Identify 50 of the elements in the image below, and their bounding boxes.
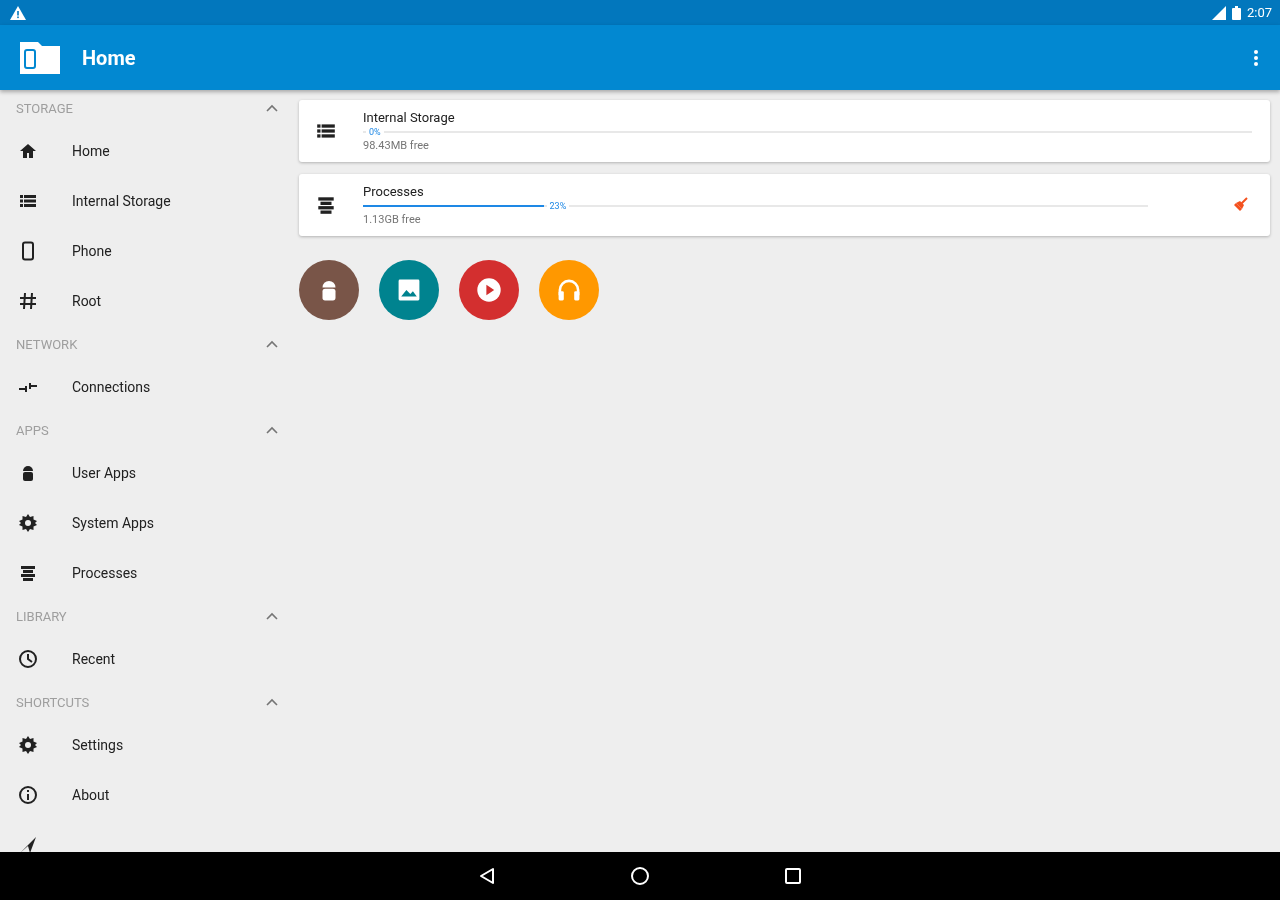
- hash-icon: [18, 291, 38, 311]
- sidebar-item[interactable]: System Apps: [0, 498, 290, 548]
- sidebar-item[interactable]: About: [0, 770, 290, 820]
- gear-icon: [18, 513, 38, 533]
- clock-icon: [18, 649, 38, 669]
- processes-icon: [18, 563, 38, 583]
- collapse-icon[interactable]: [266, 698, 278, 706]
- sidebar-item[interactable]: User Apps: [0, 448, 290, 498]
- info-icon: [18, 785, 38, 805]
- progress-percent: 23%: [546, 200, 570, 212]
- progress-percent: 0%: [366, 126, 384, 138]
- app-title: Home: [82, 45, 136, 70]
- sidebar-item[interactable]: Home: [0, 126, 290, 176]
- card-title: Processes: [363, 184, 425, 199]
- play-icon: [476, 277, 502, 303]
- card-title: Internal Storage: [363, 110, 456, 125]
- collapse-icon[interactable]: [266, 104, 278, 112]
- section-title: LIBRARY: [16, 608, 68, 624]
- processes-icon: [315, 194, 337, 216]
- shortcut-button[interactable]: [459, 260, 519, 320]
- section-title: SHORTCUTS: [16, 694, 91, 710]
- sidebar-item[interactable]: Connections: [0, 362, 290, 412]
- sidebar-item[interactable]: Root: [0, 276, 290, 326]
- sidebar-item[interactable]: Recent: [0, 634, 290, 684]
- section-title: STORAGE: [16, 100, 74, 116]
- collapse-icon[interactable]: [266, 340, 278, 348]
- home-icon: [18, 141, 38, 161]
- free-space: 98.43MB free: [363, 139, 430, 152]
- folder-phone-icon: [18, 39, 62, 76]
- clock-time: 2:07: [1246, 5, 1272, 20]
- section-title: APPS: [16, 422, 50, 438]
- recents-icon[interactable]: [782, 865, 804, 887]
- collapse-icon[interactable]: [266, 612, 278, 620]
- home-icon[interactable]: [628, 864, 652, 888]
- sidebar-item[interactable]: Internal Storage: [0, 176, 290, 226]
- gear-icon: [18, 735, 38, 755]
- sidebar-item[interactable]: Settings: [0, 720, 290, 770]
- section-title: NETWORK: [16, 336, 79, 352]
- headphones-icon: [556, 277, 582, 303]
- shortcut-button[interactable]: [379, 260, 439, 320]
- sidebar-item[interactable]: Phone: [0, 226, 290, 276]
- sidebar-item[interactable]: Processes: [0, 548, 290, 598]
- free-space: 1.13GB free: [363, 213, 422, 226]
- storage-card[interactable]: Processes 23% 1.13GB free: [299, 174, 1270, 236]
- warning-icon: [10, 5, 26, 20]
- image-icon: [396, 277, 422, 303]
- battery-icon: [1231, 5, 1241, 20]
- storage-card[interactable]: Internal Storage 0% 98.43MB free: [299, 100, 1270, 162]
- collapse-icon[interactable]: [266, 426, 278, 434]
- shortcut-button[interactable]: [299, 260, 359, 320]
